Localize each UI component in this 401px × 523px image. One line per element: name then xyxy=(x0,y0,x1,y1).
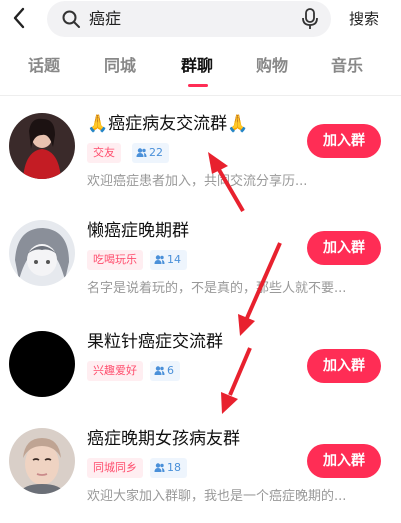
tab-group-chats[interactable]: 群聊 xyxy=(181,56,213,76)
join-group-button[interactable]: 加入群 xyxy=(307,349,381,383)
avatar xyxy=(9,220,75,286)
microphone-icon[interactable] xyxy=(301,8,319,30)
group-description: 欢迎大家加入群聊，我也是一个癌症晚期的... xyxy=(87,489,347,504)
member-count: 18 xyxy=(167,461,181,474)
list-item[interactable]: 癌症晚期女孩病友群 同城同乡 18 欢迎大家加入群聊，我也是一个癌症晚期的...… xyxy=(0,428,401,523)
join-group-button[interactable]: 加入群 xyxy=(307,444,381,478)
group-tag: 兴趣爱好 xyxy=(87,361,143,381)
group-name: 🙏癌症病友交流群🙏 xyxy=(87,114,249,134)
member-count: 14 xyxy=(167,253,181,266)
avatar xyxy=(9,428,75,494)
active-tab-indicator xyxy=(188,84,208,87)
list-item[interactable]: 🙏癌症病友交流群🙏 交友 22 欢迎癌症患者加入，共同交流分享历... 加入群 xyxy=(0,113,401,219)
tab-same-city[interactable]: 同城 xyxy=(104,56,136,76)
group-name: 懒癌症晚期群 xyxy=(87,221,189,241)
members-icon xyxy=(154,366,165,375)
member-count: 22 xyxy=(149,146,163,159)
tab-shopping[interactable]: 购物 xyxy=(256,56,288,76)
list-item[interactable]: 懒癌症晚期群 吃喝玩乐 14 名字是说着玩的，不是真的，那些人就不要... 加入… xyxy=(0,220,401,326)
members-icon xyxy=(154,255,165,264)
join-group-button[interactable]: 加入群 xyxy=(307,231,381,265)
list-item[interactable]: 果粒针癌症交流群 兴趣爱好 6 加入群 xyxy=(0,331,401,437)
top-bar: 癌症 搜索 xyxy=(0,0,401,40)
members-icon xyxy=(136,148,147,157)
members-icon xyxy=(154,463,165,472)
tab-topics[interactable]: 话题 xyxy=(28,56,60,76)
group-name: 果粒针癌症交流群 xyxy=(87,332,223,352)
search-icon xyxy=(61,9,81,29)
group-name: 癌症晚期女孩病友群 xyxy=(87,429,240,449)
search-query: 癌症 xyxy=(89,9,122,28)
group-tag: 同城同乡 xyxy=(87,458,143,478)
member-count-badge: 6 xyxy=(150,361,180,381)
search-input[interactable]: 癌症 xyxy=(47,1,331,37)
search-button[interactable]: 搜索 xyxy=(349,9,379,29)
back-arrow-icon[interactable] xyxy=(8,4,32,32)
group-tag: 吃喝玩乐 xyxy=(87,250,143,270)
avatar xyxy=(9,331,75,397)
group-description: 名字是说着玩的，不是真的，那些人就不要... xyxy=(87,281,347,296)
category-tabs: 话题 同城 群聊 购物 音乐 xyxy=(0,56,401,92)
divider xyxy=(0,95,401,96)
member-count-badge: 14 xyxy=(150,250,187,270)
member-count-badge: 22 xyxy=(132,143,169,163)
member-count: 6 xyxy=(167,364,174,377)
group-description: 欢迎癌症患者加入，共同交流分享历... xyxy=(87,174,308,189)
group-tag: 交友 xyxy=(87,143,121,163)
tab-music[interactable]: 音乐 xyxy=(331,56,363,76)
member-count-badge: 18 xyxy=(150,458,187,478)
join-group-button[interactable]: 加入群 xyxy=(307,124,381,158)
avatar xyxy=(9,113,75,179)
